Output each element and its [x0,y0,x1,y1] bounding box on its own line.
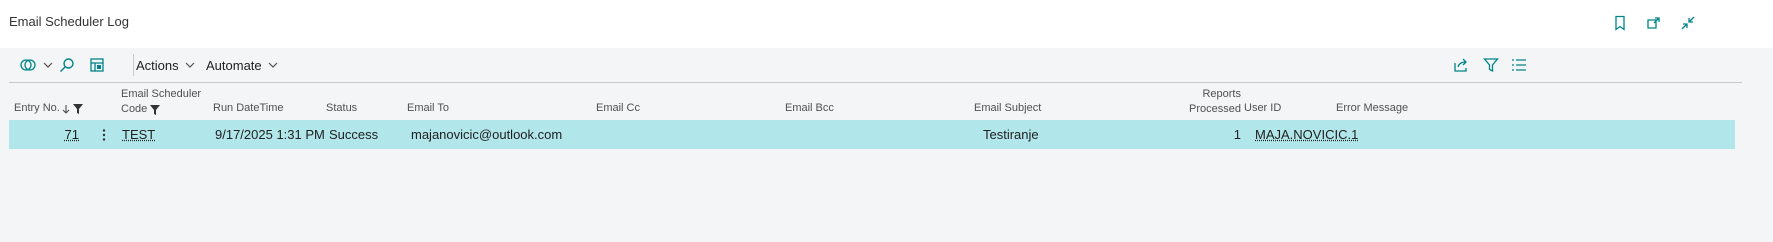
cell-run-datetime: 9/17/2025 1:31 PM [215,127,325,142]
column-header-email-to[interactable]: Email To [407,101,449,116]
column-header-error-message[interactable]: Error Message [1336,101,1408,116]
title-bar: Email Scheduler Log [0,0,1773,48]
filter-icon [1483,57,1499,73]
column-header-user-id[interactable]: User ID [1244,101,1281,116]
actions-label: Actions [136,57,179,73]
search-icon [59,57,75,73]
cell-email-subject: Testiranje [983,127,1039,142]
cell-email-scheduler-code[interactable]: TEST [122,120,155,149]
header-label-line1: Email Scheduler [121,88,202,100]
automate-label: Automate [206,57,262,73]
header-label-line2: Code [121,103,148,115]
actions-menu[interactable]: Actions [136,54,195,76]
column-header-email-subject[interactable]: Email Subject [974,101,1041,116]
open-new-window-icon[interactable] [1643,12,1665,34]
cell-user-id[interactable]: MAJA.NOVICIC.1 [1255,120,1358,149]
edit-list-button[interactable] [89,54,105,76]
toolbar: Actions Automate [9,48,1742,83]
chevron-down-icon [43,62,53,68]
filter-icon [150,104,161,115]
column-header-status[interactable]: Status [326,101,357,116]
cell-email-to: majanovicic@outlook.com [411,127,563,142]
copilot-button[interactable] [19,54,53,76]
header-label-line2: Processed [1189,103,1241,115]
column-header-email-cc[interactable]: Email Cc [596,101,640,116]
cell-entry-no[interactable]: 71 [9,120,79,149]
copilot-icon [19,57,37,73]
list-view-button[interactable] [1511,54,1527,76]
cell-status: Success [329,127,379,142]
sort-descending-icon [62,104,70,114]
page-title: Email Scheduler Log [9,14,129,29]
chevron-down-icon [185,62,195,68]
header-label-line1: Reports [1202,88,1241,100]
title-actions [1553,12,1773,36]
filter-icon [72,103,83,114]
toolbar-separator [133,54,134,76]
share-icon [1453,57,1469,73]
bookmark-icon[interactable] [1609,12,1631,34]
column-header-reports-processed[interactable]: Reports Processed [1149,87,1241,117]
more-options-icon [102,128,106,141]
automate-menu[interactable]: Automate [206,54,278,76]
column-header-email-bcc[interactable]: Email Bcc [785,101,834,116]
header-label: Entry No. [14,102,60,114]
search-button[interactable] [59,54,75,76]
column-header-email-scheduler-code[interactable]: Email Scheduler Code [121,87,211,117]
cell-reports-processed: 1 [1233,127,1241,142]
share-button[interactable] [1453,54,1469,76]
filter-button[interactable] [1483,54,1499,76]
chevron-down-icon [268,62,278,68]
edit-list-icon [89,57,105,73]
column-header-run-datetime[interactable]: Run DateTime [213,101,284,116]
list-view-icon [1511,57,1527,73]
table-row[interactable]: 71 TEST 9/17/2025 1:31 PM Success majano… [9,120,1735,149]
page-body: Actions Automate Entry No. Email Schedul… [0,48,1773,242]
collapse-icon[interactable] [1677,12,1699,34]
row-menu-button[interactable] [98,120,110,149]
